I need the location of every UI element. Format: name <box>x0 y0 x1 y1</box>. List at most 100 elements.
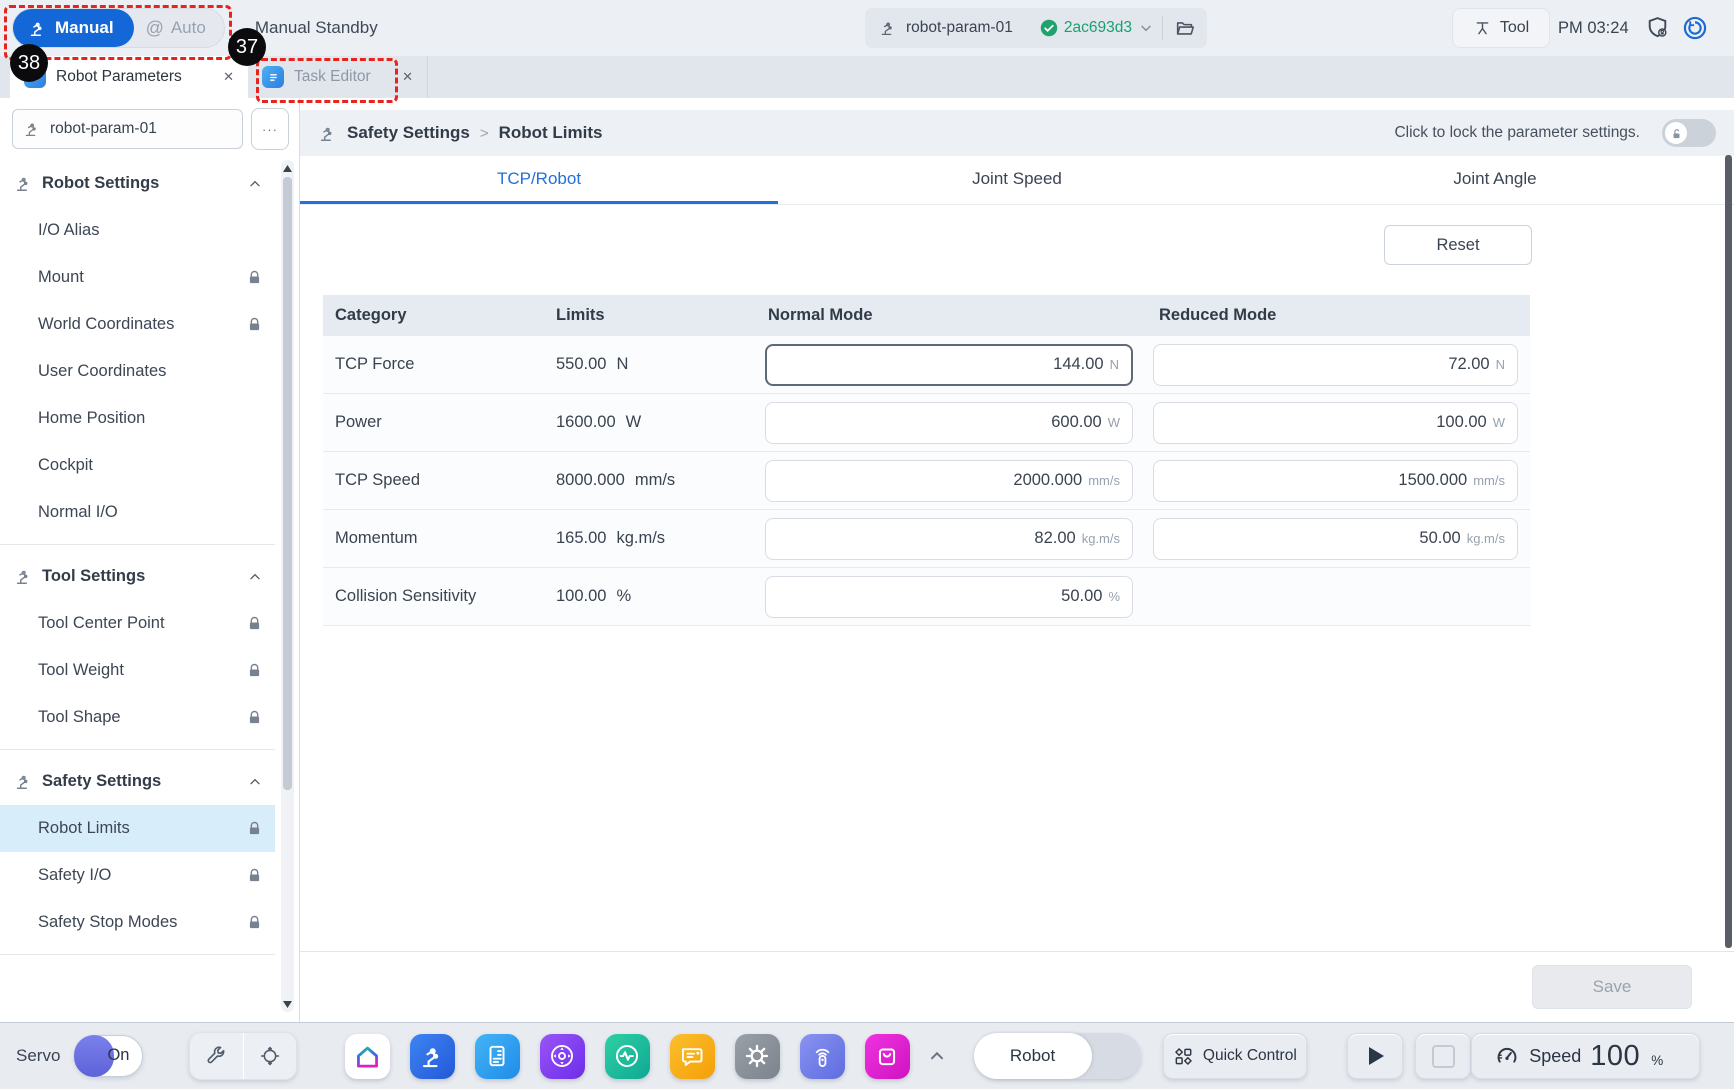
robot-parameters-tab-label: Robot Parameters <box>56 68 213 86</box>
sidebar-section-safety-settings[interactable]: Safety Settings <box>0 758 275 805</box>
table-row-tcp-force: TCP Force 550.00N 144.00N 72.00N <box>323 336 1530 394</box>
reduced-mode-input[interactable]: 72.00N <box>1153 344 1518 386</box>
jog-app-button[interactable] <box>540 1034 585 1079</box>
robot-arm-icon <box>23 120 41 138</box>
sidebar-item-io-alias[interactable]: I/O Alias <box>0 207 275 254</box>
check-circle-icon <box>1040 19 1058 37</box>
limits-table: Category Limits Normal Mode Reduced Mode… <box>323 295 1530 626</box>
reduced-mode-input[interactable]: 50.00kg.m/s <box>1153 518 1518 560</box>
open-file-button[interactable] <box>1163 8 1207 48</box>
log-app-button[interactable] <box>670 1034 715 1079</box>
monitoring-app-button[interactable] <box>605 1034 650 1079</box>
active-parameter-dropdown[interactable]: robot-param-01 2ac693d3 <box>865 8 1207 48</box>
tool-button[interactable]: Tool <box>1452 8 1550 48</box>
sidebar-section-robot-settings[interactable]: Robot Settings <box>0 160 275 207</box>
robot-arm-icon <box>879 19 897 37</box>
tab-task-editor[interactable]: Task Editor ✕ <box>248 56 428 98</box>
task-editor-app-button[interactable] <box>475 1034 520 1079</box>
normal-mode-input[interactable]: 144.00N <box>765 344 1133 386</box>
app-window: Manual @ Auto Manual Standby robot-param… <box>0 0 1734 1089</box>
sidebar-item-world-coordinates[interactable]: World Coordinates <box>0 301 275 348</box>
row-limit: 550.00N <box>508 355 730 374</box>
normal-mode-input[interactable]: 82.00kg.m/s <box>765 518 1133 560</box>
crosshair-move-icon <box>259 1045 281 1067</box>
play-button[interactable] <box>1347 1033 1403 1079</box>
remote-control-app-button[interactable] <box>800 1034 845 1079</box>
sidebar-section-tool-settings[interactable]: Tool Settings <box>0 553 275 600</box>
align-move-button[interactable] <box>244 1045 296 1067</box>
parameter-lock-toggle[interactable] <box>1662 119 1716 147</box>
sidebar-item-tool-center-point[interactable]: Tool Center Point <box>0 600 275 647</box>
tab-joint-speed[interactable]: Joint Speed <box>778 156 1256 204</box>
sync-spiral-icon <box>1682 15 1708 41</box>
waveform-icon <box>613 1042 641 1070</box>
sidebar-item-mount[interactable]: Mount <box>0 254 275 301</box>
clock: PM 03:24 <box>1558 0 1629 56</box>
store-app-button[interactable] <box>865 1034 910 1079</box>
reduced-mode-input[interactable]: 100.00W <box>1153 402 1518 444</box>
table-row-momentum: Momentum 165.00kg.m/s 82.00kg.m/s 50.00k… <box>323 510 1530 568</box>
robot-arm-icon <box>318 124 337 143</box>
settings-app-button[interactable] <box>735 1034 780 1079</box>
task-editor-tab-icon <box>262 66 284 88</box>
lock-icon <box>246 820 263 837</box>
commit-cluster: 2ac693d3 <box>1040 19 1162 37</box>
quick-control-button[interactable]: Quick Control <box>1163 1033 1306 1079</box>
speed-control-button[interactable]: Speed 100 % <box>1471 1033 1700 1079</box>
save-button[interactable]: Save <box>1532 965 1692 1009</box>
auto-mode-label: Auto <box>171 18 206 38</box>
sidebar-item-normal-io[interactable]: Normal I/O <box>0 489 275 536</box>
tab-tcp-robot[interactable]: TCP/Robot <box>300 156 778 204</box>
sidebar-item-home-position[interactable]: Home Position <box>0 395 275 442</box>
home-app-button[interactable] <box>345 1034 390 1079</box>
normal-mode-input[interactable]: 600.00W <box>765 402 1133 444</box>
close-icon[interactable]: ✕ <box>402 69 413 85</box>
tool-button-label: Tool <box>1500 19 1529 37</box>
scroll-down-icon[interactable] <box>281 997 294 1011</box>
param-name-input[interactable]: robot-param-01 <box>12 109 243 149</box>
sidebar-scrollbar[interactable] <box>281 160 294 1012</box>
robot-sim-toggle[interactable]: Robot <box>974 1033 1142 1079</box>
table-row-tcp-speed: TCP Speed 8000.000mm/s 2000.000mm/s 1500… <box>323 452 1530 510</box>
servo-toggle[interactable]: On <box>74 1035 143 1077</box>
row-limit: 165.00kg.m/s <box>508 529 730 548</box>
remote-control-icon <box>809 1043 836 1070</box>
sidebar-item-tool-weight[interactable]: Tool Weight <box>0 647 275 694</box>
normal-mode-input[interactable]: 50.00% <box>765 576 1133 618</box>
annotation-badge-38: 38 <box>10 44 48 82</box>
tool-tcp-icon <box>1473 19 1492 38</box>
speed-label: Speed <box>1529 1046 1581 1067</box>
robot-arm-icon <box>28 19 47 38</box>
normal-mode-input[interactable]: 2000.000mm/s <box>765 460 1133 502</box>
sidebar-item-safety-stop-modes[interactable]: Safety Stop Modes <box>0 899 275 946</box>
robot-settings-app-button[interactable] <box>410 1034 455 1079</box>
wrench-button[interactable] <box>190 1045 242 1067</box>
scroll-up-icon[interactable] <box>281 161 294 175</box>
sidebar-item-cockpit[interactable]: Cockpit <box>0 442 275 489</box>
sync-reset-button[interactable] <box>1682 15 1708 41</box>
scrollbar-thumb[interactable] <box>283 177 292 790</box>
stop-button[interactable] <box>1415 1033 1471 1079</box>
more-options-button[interactable]: ··· <box>251 108 289 150</box>
content-scrollbar-thumb[interactable] <box>1725 155 1732 948</box>
speed-unit: % <box>1651 1053 1663 1068</box>
collapse-dock-button[interactable] <box>926 1045 948 1067</box>
quick-control-icon <box>1173 1046 1194 1067</box>
sidebar-item-tool-shape[interactable]: Tool Shape <box>0 694 275 741</box>
auto-mode-button[interactable]: @ Auto <box>134 18 224 39</box>
manual-mode-button[interactable]: Manual <box>13 9 134 47</box>
body: robot-param-01 ··· Robot Settings I/O Al… <box>0 98 1734 1022</box>
tab-joint-angle[interactable]: Joint Angle <box>1256 156 1734 204</box>
safety-shield-button[interactable] <box>1645 15 1670 40</box>
reduced-mode-input[interactable]: 1500.000mm/s <box>1153 460 1518 502</box>
row-category: TCP Speed <box>323 471 508 490</box>
row-limit: 1600.00W <box>508 413 730 432</box>
sidebar-item-safety-io[interactable]: Safety I/O <box>0 852 275 899</box>
breadcrumb-section[interactable]: Safety Settings <box>347 123 470 143</box>
sidebar-item-user-coordinates[interactable]: User Coordinates <box>0 348 275 395</box>
reset-button[interactable]: Reset <box>1384 225 1532 265</box>
col-limits: Limits <box>508 306 730 325</box>
sidebar-item-robot-limits[interactable]: Robot Limits <box>0 805 275 852</box>
divider <box>0 954 275 955</box>
close-icon[interactable]: ✕ <box>223 69 234 85</box>
